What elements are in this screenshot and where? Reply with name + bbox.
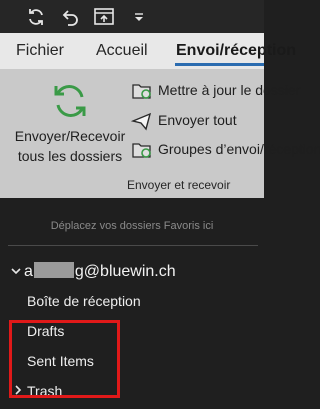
- tab-fichier[interactable]: Fichier: [16, 42, 64, 60]
- folder-label: Boîte de réception: [27, 293, 141, 309]
- send-receive-groups-button[interactable]: Groupes d’envoi/réception: [131, 139, 320, 161]
- update-folder-label: Mettre à jour le dossier: [158, 82, 301, 98]
- folder-refresh-icon: [132, 84, 151, 99]
- favorites-divider: [8, 245, 258, 246]
- send-all-label: Envoyer tout: [158, 112, 237, 128]
- send-receive-groups-label: Groupes d’envoi/réception: [158, 141, 320, 157]
- active-tab-indicator: [175, 63, 264, 66]
- redacted-block: [33, 262, 74, 278]
- folder-pane: Déplacez vos dossiers Favoris ici a g@blu…: [0, 198, 264, 409]
- favorites-hint: Déplacez vos dossiers Favoris ici: [50, 220, 214, 232]
- sync-icon[interactable]: [23, 4, 49, 30]
- touch-mode-icon[interactable]: [91, 4, 117, 30]
- send-receive-groups-icon: [132, 143, 151, 158]
- send-all-icon: [131, 112, 152, 131]
- account-name-prefix: a: [24, 263, 33, 280]
- tab-envoi-reception[interactable]: Envoi/réception: [176, 42, 296, 60]
- customize-dropdown-icon[interactable]: [126, 4, 152, 30]
- send-all-button[interactable]: Envoyer tout: [131, 110, 264, 132]
- send-receive-icon: [54, 85, 86, 117]
- send-receive-all-button[interactable]: Envoyer/Recevoir tous les dossiers: [0, 71, 140, 169]
- update-folder-button[interactable]: Mettre à jour le dossier: [131, 80, 300, 102]
- send-receive-all-label: Envoyer/Recevoir tous les dossiers: [14, 128, 126, 164]
- tab-accueil[interactable]: Accueil: [96, 42, 148, 60]
- undo-icon[interactable]: [57, 4, 83, 30]
- quick-access-toolbar: [0, 0, 264, 33]
- account-header[interactable]: a g@bluewin.ch: [10, 262, 176, 281]
- folder-inbox[interactable]: Boîte de réception: [27, 293, 141, 309]
- ribbon-tabs: Fichier Accueil Envoi/réception: [0, 33, 296, 69]
- account-name-suffix: g@bluewin.ch: [74, 263, 176, 280]
- chevron-down-icon: [10, 263, 24, 281]
- red-highlight-box: [9, 320, 120, 398]
- ribbon-panel: Envoyer/Recevoir tous les dossiers Mettr…: [0, 69, 320, 198]
